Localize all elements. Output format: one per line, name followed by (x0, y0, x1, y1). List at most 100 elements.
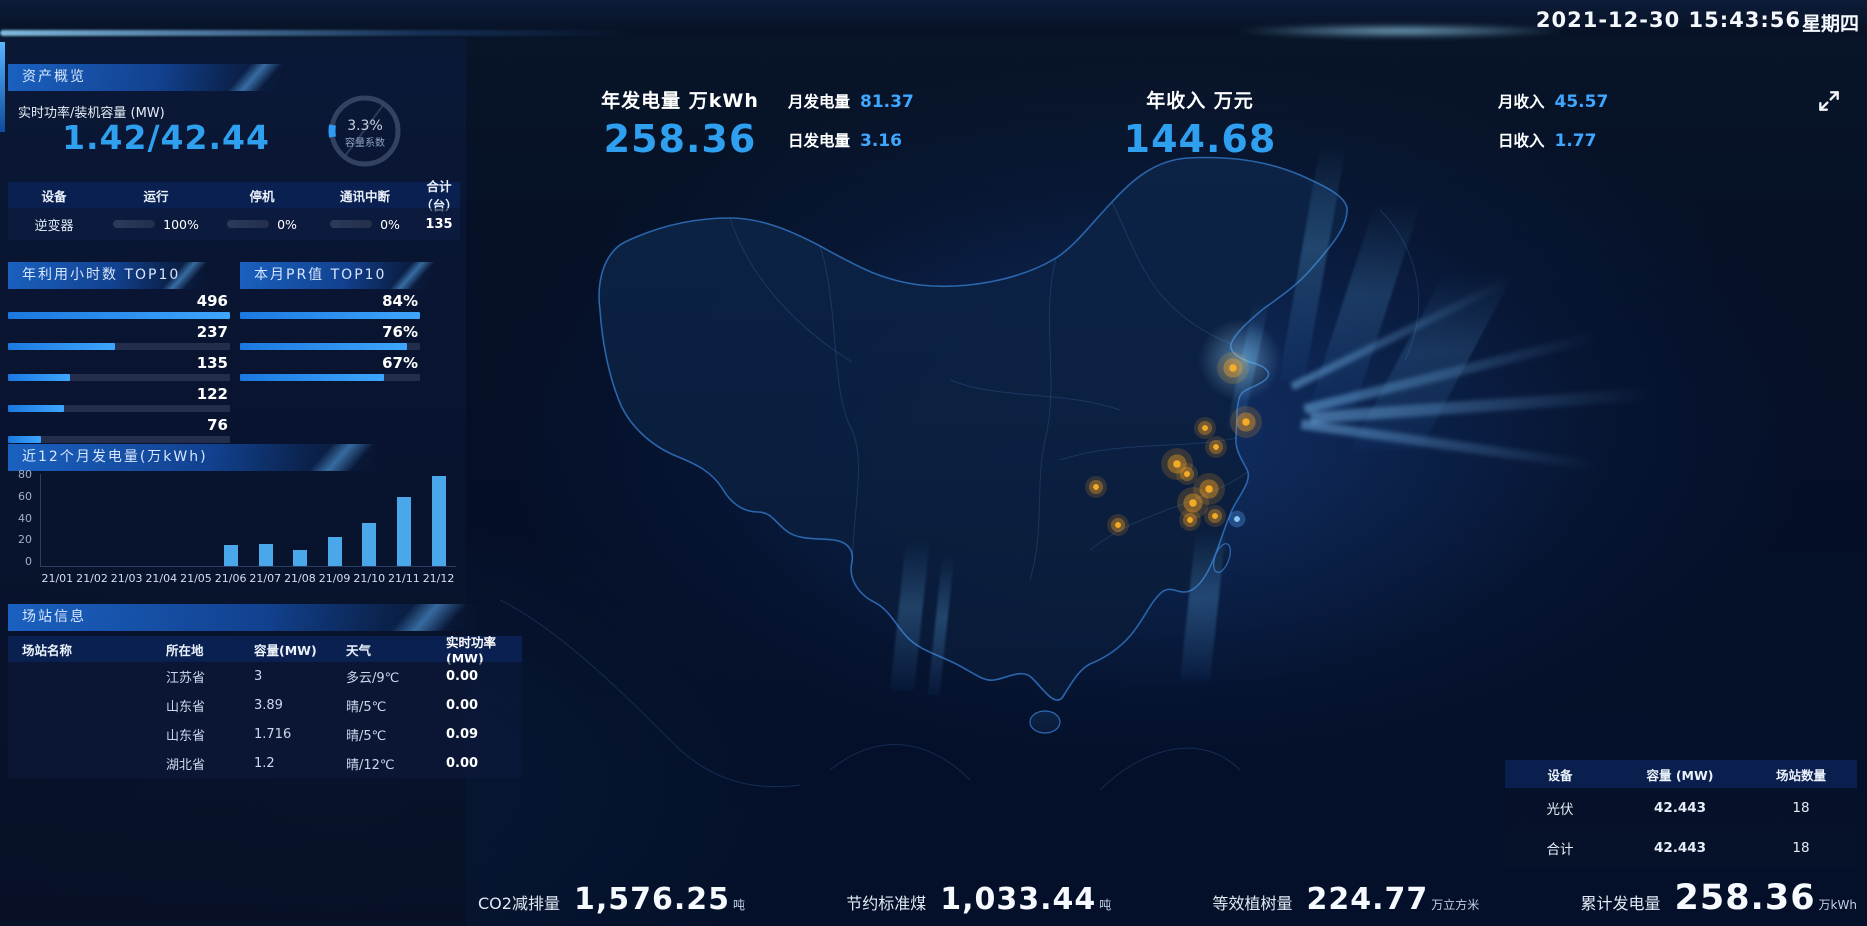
bar-fill (240, 312, 420, 319)
bar-fill (8, 312, 230, 319)
station-marker[interactable] (1228, 510, 1246, 528)
panel-title-station-info: 场站信息 (8, 604, 582, 631)
summary-header: 设备 容量 (MW) 场站数量 (1505, 760, 1857, 788)
bar-fill (8, 405, 64, 412)
summary-row: 光伏42.44318 (1505, 788, 1857, 828)
kpi-year-income: 年收入 万元 144.68 (1072, 86, 1328, 161)
month-label: 21/09 (319, 572, 351, 585)
col-device: 设备 (8, 186, 100, 205)
month-label: 21/03 (111, 572, 143, 585)
panel-title-monthly-generation: 近12个月发电量(万kWh) (8, 444, 462, 471)
weekday-label: 星期四 (1802, 9, 1859, 36)
month-generation-value: 81.37 (860, 92, 914, 112)
stopped-progress-bar (227, 220, 269, 228)
fullscreen-icon[interactable] (1816, 88, 1842, 114)
decor-light-glow (1230, 24, 1570, 38)
cell: 3 (254, 669, 346, 684)
bar-value: 67% (240, 354, 420, 372)
bar-fill (8, 374, 70, 381)
rank-bar-row: 122 (8, 385, 230, 412)
rank-bar-row: 67% (240, 354, 420, 381)
gauge-value: 3.3% (347, 118, 383, 134)
cell: 0.00 (446, 698, 522, 713)
bar-track (8, 312, 230, 319)
year-generation-value: 258.36 (552, 117, 808, 161)
month-bar (259, 544, 273, 566)
col-capacity: 容量(MW) (254, 640, 346, 659)
station-row: 山东省1.716晴/5℃0.09 (8, 720, 522, 749)
summary-body: 光伏42.44318合计42.44318 (1505, 788, 1857, 868)
col-station-count: 场站数量 (1745, 765, 1857, 784)
month-bar (397, 497, 411, 566)
monthly-generation-chart: 806040200 21/0121/0221/0321/0421/0521/06… (8, 474, 460, 596)
kpi-generation-side: 月发电量 81.37 日发电量 3.16 (788, 90, 914, 168)
y-tick: 40 (18, 512, 32, 525)
rank-bar-row: 496 (8, 292, 230, 319)
rank-bar-row: 237 (8, 323, 230, 350)
device-name: 逆变器 (8, 215, 100, 234)
gauge-label: 容量系数 (345, 136, 385, 149)
dashboard: 2021-12-30 15:43:56 星期四 (0, 0, 1867, 926)
device-summary-table: 设备 容量 (MW) 场站数量 光伏42.44318合计42.44318 (1505, 760, 1857, 868)
rank-bar-row: 76% (240, 323, 420, 350)
station-marker[interactable] (1204, 505, 1226, 527)
bar-fill (240, 374, 384, 381)
station-marker[interactable] (1179, 509, 1201, 531)
cell: 湖北省 (166, 754, 254, 773)
month-bar (328, 537, 342, 566)
month-income-value: 45.57 (1555, 92, 1609, 112)
month-bar-slot (86, 474, 100, 566)
footer-stat: 节约标准煤1,033.44吨 (846, 882, 1111, 917)
panel-title-hours-top10: 年利用小时数 TOP10 (8, 262, 248, 289)
cell: 0.09 (446, 727, 522, 742)
month-bar-slot (362, 474, 376, 566)
stat-label: CO2减排量 (478, 890, 560, 914)
cell: 1.2 (254, 756, 346, 771)
bar-fill (8, 343, 115, 350)
station-marker[interactable] (1107, 514, 1129, 536)
stat-unit: 吨 (1099, 896, 1111, 913)
cell: 3.89 (254, 698, 346, 713)
month-bar-slot (328, 474, 342, 566)
month-label: 21/08 (284, 572, 316, 585)
month-label: 21/04 (145, 572, 177, 585)
stopped-pct: 0% (277, 217, 297, 232)
station-marker[interactable] (1205, 436, 1227, 458)
cell: 晴/5℃ (346, 696, 446, 715)
station-table-body: 江苏省3多云/9℃0.00山东省3.89晴/5℃0.00山东省1.716晴/5℃… (8, 662, 522, 778)
stat-value: 224.77 (1306, 882, 1428, 917)
month-income-label: 月收入 (1498, 90, 1545, 112)
col-weather: 天气 (346, 640, 446, 659)
month-bar (293, 550, 307, 566)
bar-value: 84% (240, 292, 420, 310)
col-station-name: 场站名称 (8, 640, 166, 659)
bar-fill (240, 343, 407, 350)
bar-fill (8, 436, 41, 443)
stat-value: 1,033.44 (940, 882, 1096, 917)
month-generation-label: 月发电量 (788, 90, 850, 112)
cell: 晴/12℃ (346, 754, 446, 773)
panel-title-pr-top10: 本月PR值 TOP10 (240, 262, 474, 289)
pr-top10-chart: 84% 76% 67% (240, 292, 420, 385)
y-tick: 60 (18, 490, 32, 503)
stat-value: 258.36 (1674, 878, 1815, 918)
month-label: 21/05 (180, 572, 212, 585)
station-marker[interactable] (1230, 406, 1262, 438)
bar-track (8, 436, 230, 443)
col-capacity: 容量 (MW) (1615, 765, 1745, 784)
station-marker[interactable] (1085, 476, 1107, 498)
month-bar-slot (397, 474, 411, 566)
month-bar (432, 476, 446, 566)
month-bar-slot (224, 474, 238, 566)
x-axis-labels: 21/0121/0221/0321/0421/0521/0621/0721/08… (40, 572, 456, 585)
station-marker[interactable] (1217, 352, 1249, 384)
bar-track (240, 312, 420, 319)
month-label: 21/12 (423, 572, 455, 585)
china-map (500, 130, 1610, 790)
station-row: 湖北省1.2晴/12℃0.00 (8, 749, 522, 778)
col-realtime-power: 实时功率(MW) (446, 632, 522, 666)
plot-area (40, 474, 456, 567)
bar-track (8, 374, 230, 381)
realtime-power-value: 1.42/42.44 (16, 118, 316, 157)
cell: 晴/5℃ (346, 725, 446, 744)
